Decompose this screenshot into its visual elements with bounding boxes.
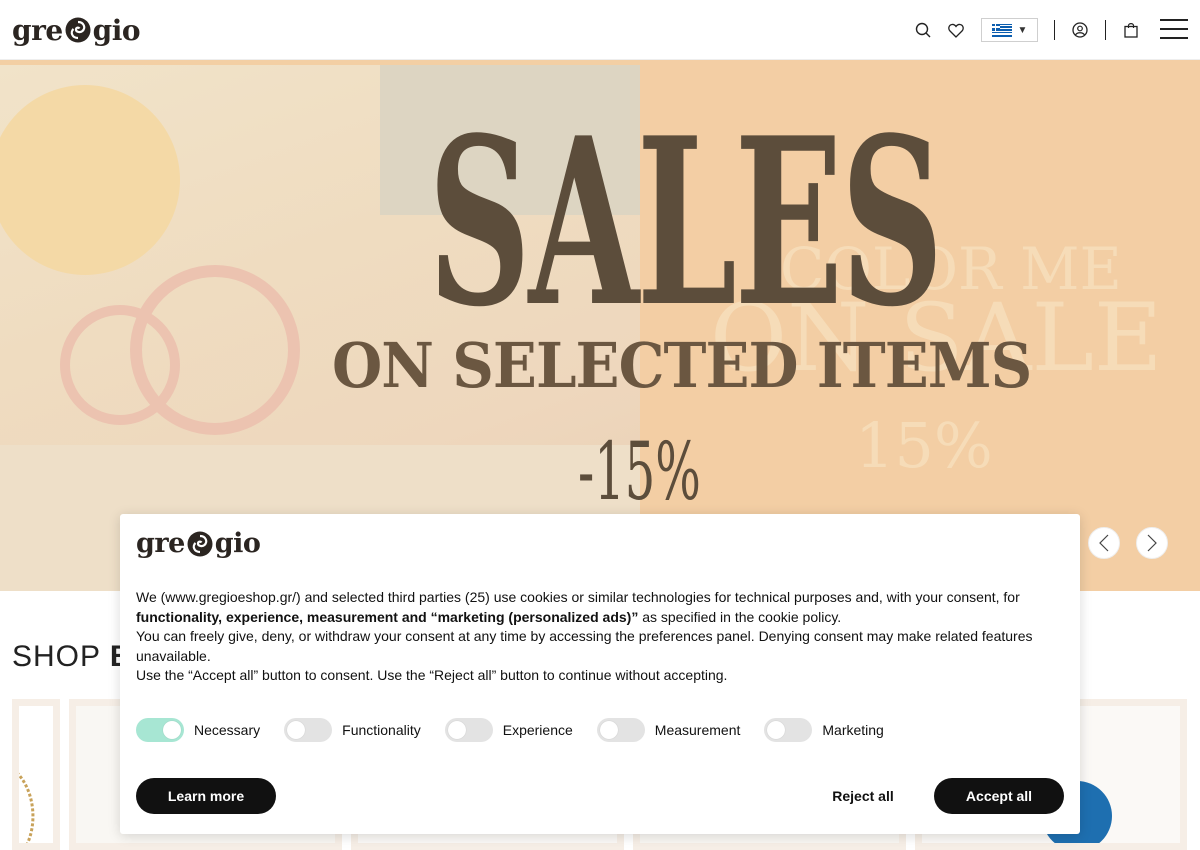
accept-all-button[interactable]: Accept all xyxy=(934,778,1064,814)
necklace-image xyxy=(19,772,35,843)
toggle-functionality[interactable]: Functionality xyxy=(284,718,421,742)
reject-all-button[interactable]: Reject all xyxy=(818,778,908,814)
language-selector[interactable]: ▼ xyxy=(981,18,1038,42)
hero-banner[interactable]: COLOR ME ON SALE 15% SALES ON SELECTED I… xyxy=(0,60,1200,591)
hero-discount: -15% xyxy=(578,425,701,518)
site-logo[interactable]: gre gio xyxy=(12,13,141,47)
toggle-switch[interactable] xyxy=(136,718,184,742)
user-icon[interactable] xyxy=(1070,20,1090,40)
carousel-prev-button[interactable] xyxy=(1088,527,1120,559)
toggle-switch[interactable] xyxy=(444,718,493,742)
site-header: gre gio ▼ xyxy=(0,0,1200,60)
heart-icon[interactable] xyxy=(946,20,966,40)
logo-swirl-icon xyxy=(187,531,213,556)
header-divider xyxy=(1105,20,1106,40)
toggle-switch[interactable] xyxy=(764,718,813,742)
logo-text-right: gio xyxy=(92,13,141,47)
search-icon[interactable] xyxy=(913,20,933,40)
chevron-left-icon xyxy=(1099,534,1109,552)
greek-flag-icon xyxy=(991,23,1012,37)
toggle-marketing[interactable]: Marketing xyxy=(764,718,884,742)
toggle-switch[interactable] xyxy=(596,718,645,742)
chevron-right-icon xyxy=(1147,534,1157,552)
menu-icon[interactable] xyxy=(1160,19,1188,39)
toggle-experience[interactable]: Experience xyxy=(444,718,573,742)
cookie-toggles: Necessary Functionality Experience Measu… xyxy=(136,718,908,742)
hero-headline: SALES xyxy=(428,88,944,358)
logo-swirl-icon xyxy=(65,17,91,43)
toggle-switch[interactable] xyxy=(284,718,333,742)
cookie-description: We (www.gregioeshop.gr/) and selected th… xyxy=(136,589,1033,684)
product-card[interactable] xyxy=(12,699,60,850)
shop-section-title: SHOP B xyxy=(12,640,131,673)
toggle-measurement[interactable]: Measurement xyxy=(596,718,740,742)
bag-icon[interactable] xyxy=(1121,20,1141,40)
hero-subline: ON SELECTED ITEMS xyxy=(332,329,1032,402)
cookie-consent-banner: gre gio We (www.gregioeshop.gr/) and sel… xyxy=(120,514,1080,834)
logo-text-left: gre xyxy=(12,13,63,47)
header-divider xyxy=(1054,20,1055,40)
chevron-down-icon: ▼ xyxy=(1017,24,1028,36)
carousel-next-button[interactable] xyxy=(1136,527,1168,559)
hero-ghost-text-3: 15% xyxy=(855,409,993,482)
toggle-necessary[interactable]: Necessary xyxy=(136,718,260,742)
cookie-banner-logo: gre gio xyxy=(136,528,261,559)
learn-more-button[interactable]: Learn more xyxy=(136,778,276,814)
